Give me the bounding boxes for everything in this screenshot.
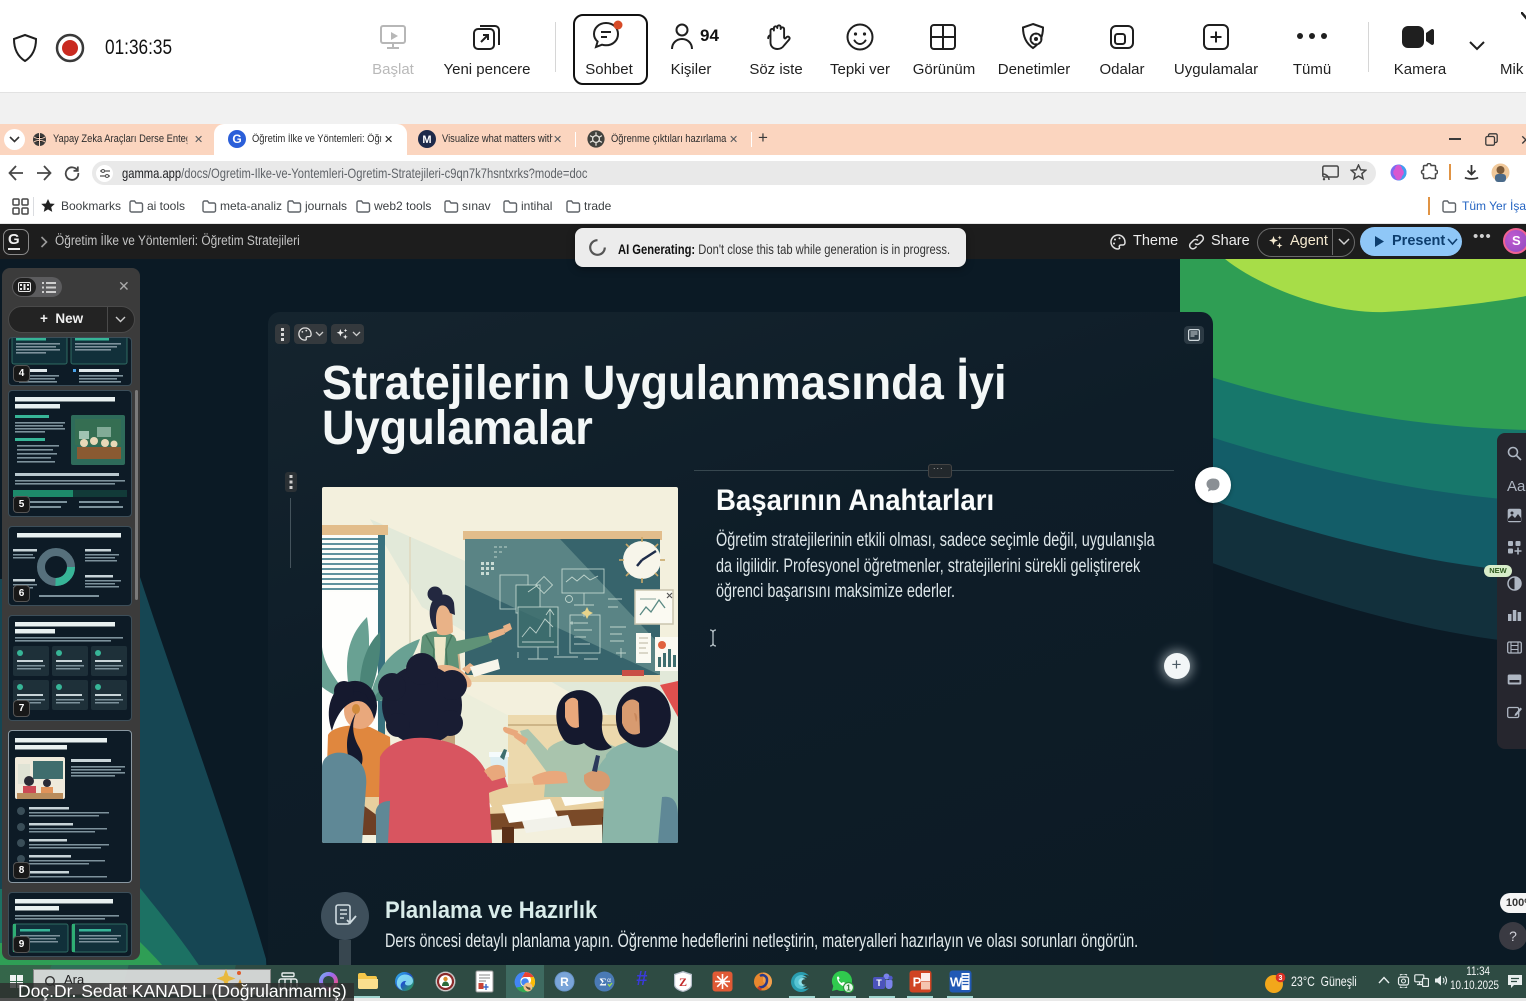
svg-text:P: P [913, 975, 922, 990]
svg-text:W: W [950, 975, 963, 990]
svg-text:R: R [560, 975, 569, 989]
svg-text:M: M [422, 134, 431, 146]
svg-text:G: G [232, 132, 241, 146]
svg-text:3: 3 [1279, 975, 1283, 982]
svg-text:1: 1 [846, 983, 851, 992]
svg-text:T: T [876, 978, 882, 988]
svg-text:Σ: Σ [599, 977, 606, 989]
svg-text:Z: Z [679, 975, 687, 989]
svg-text:α: α [607, 977, 611, 984]
